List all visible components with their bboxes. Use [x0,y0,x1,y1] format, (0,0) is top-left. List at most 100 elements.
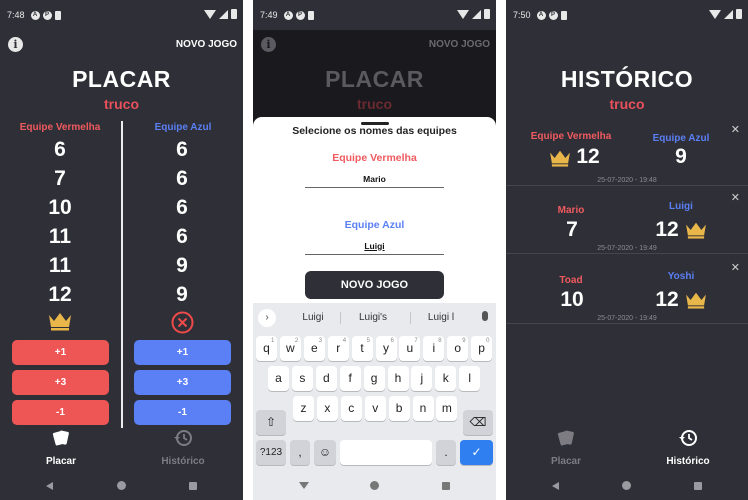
blue-plus-three-button[interactable]: +3 [134,370,231,395]
bottom-tab-bar: Placar Histórico [506,428,748,473]
chevron-right-icon[interactable]: › [258,309,276,327]
red-plus-one-button[interactable]: +1 [12,340,109,365]
emoji-key[interactable]: ☺ [314,440,336,465]
key-hint: 9 [462,338,466,344]
key-m[interactable]: m [436,396,458,421]
red-plus-three-button[interactable]: +3 [12,370,109,395]
key-f[interactable]: f [339,366,361,391]
score-entry: 6 [176,196,188,219]
system-nav-bar [253,472,496,500]
enter-key[interactable]: ✓ [460,440,493,465]
key-k[interactable]: k [435,366,457,391]
space-key[interactable] [340,440,432,465]
back-icon[interactable] [46,482,53,490]
home-icon[interactable] [622,481,631,490]
notification-icon: A [536,10,546,20]
status-time: 7:50 [513,10,531,20]
home-icon[interactable] [370,481,379,490]
key-hint: 2 [294,338,299,344]
key-b[interactable]: b [388,396,410,421]
history-icon [174,430,192,446]
blue-team-label: Equipe Azul [344,219,405,231]
backspace-key[interactable]: ⌫ [463,410,493,435]
left-team-score: 10 [560,288,584,311]
period-key[interactable]: . [436,440,456,465]
tab-scoreboard[interactable]: Placar [511,428,621,467]
recents-icon[interactable] [694,482,702,490]
suggestion-item[interactable]: Luigi l [411,312,471,323]
new-game-button[interactable]: NOVO JOGO [176,39,237,50]
suggestion-item[interactable]: Luigi's [343,312,403,323]
remove-icon[interactable] [171,311,194,334]
history-card: ✕ Toad Yoshi 10 12 25-07-2020 - 19:49 [506,258,748,324]
bottom-tab-bar: Placar Histórico [0,428,243,473]
battery-icon [231,9,237,19]
battery-icon [736,9,742,19]
red-team-name-input[interactable] [305,170,444,188]
info-icon: i [261,37,276,52]
collapse-keyboard-icon[interactable] [299,482,309,489]
game-timestamp: 25-07-2020 - 19:49 [597,315,657,322]
tab-history[interactable]: Histórico [633,428,743,467]
tab-history[interactable]: Histórico [128,428,238,467]
column-divider [121,121,123,428]
key-v[interactable]: v [364,396,386,421]
tab-label: Placar [45,456,77,467]
key-hint: 1 [271,338,275,344]
key-hint: 6 [390,338,394,344]
home-icon[interactable] [117,481,126,490]
blue-minus-one-button[interactable]: -1 [134,400,231,425]
symbols-key[interactable]: ?123 [256,440,286,465]
score-entry: 11 [48,225,72,248]
shift-key[interactable]: ⇧ [256,410,286,435]
keyboard-switch-icon[interactable] [442,482,450,490]
right-team-name: Equipe Azul [652,133,710,144]
key-x[interactable]: x [316,396,338,421]
key-j[interactable]: j [411,366,433,391]
key-hint: 5 [366,338,370,344]
key-hint: 8 [438,338,442,344]
new-game-button: NOVO JOGO [428,39,490,50]
score-entry: 6 [54,138,66,161]
blue-plus-one-button[interactable]: +1 [134,340,231,365]
soft-keyboard: › Luigi Luigi's Luigi l q1w2e3r4t5y6u7i8… [253,303,496,474]
suggestion-item[interactable]: Luigi [283,312,343,323]
tab-scoreboard[interactable]: Placar [6,428,116,467]
game-name: truco [104,96,139,112]
tab-label: Histórico [666,456,710,467]
crown-icon [550,150,570,167]
tab-label: Placar [550,456,582,467]
game-timestamp: 25-07-2020 - 19:48 [597,177,657,184]
history-screen: 7:50 A P HISTÓRICO truco ✕ Equipe Vermelh… [506,0,748,500]
key-d[interactable]: d [315,366,337,391]
notification-icon: A [30,10,40,20]
notification-icon: P [548,10,558,20]
sheet-title: Selecione os nomes das equipes [292,125,457,137]
sdcard-icon [54,10,61,20]
blue-team-name-input[interactable] [305,237,444,255]
info-icon[interactable]: i [8,37,23,52]
comma-key[interactable]: , [290,440,310,465]
history-card: ✕ Equipe Vermelha Equipe Azul 12 9 25-07-2020… [506,120,748,186]
key-h[interactable]: h [387,366,409,391]
key-c[interactable]: c [340,396,362,421]
red-minus-one-button[interactable]: -1 [12,400,109,425]
back-icon[interactable] [552,482,559,490]
game-name: truco [357,96,392,112]
key-g[interactable]: g [363,366,385,391]
key-s[interactable]: s [291,366,313,391]
new-game-confirm-button[interactable]: NOVO JOGO [305,271,444,299]
cards-icon [557,430,574,446]
signal-icon [219,9,228,19]
key-a[interactable]: a [268,366,289,391]
score-entry: 6 [176,167,188,190]
cards-icon [52,430,69,446]
game-name: truco [609,96,645,112]
wifi-icon [204,9,216,19]
right-team-score: 9 [675,145,687,168]
key-l[interactable]: l [459,366,481,391]
key-n[interactable]: n [412,396,434,421]
key-z[interactable]: z [293,396,314,421]
microphone-icon[interactable] [482,311,488,321]
recents-icon[interactable] [189,482,197,490]
